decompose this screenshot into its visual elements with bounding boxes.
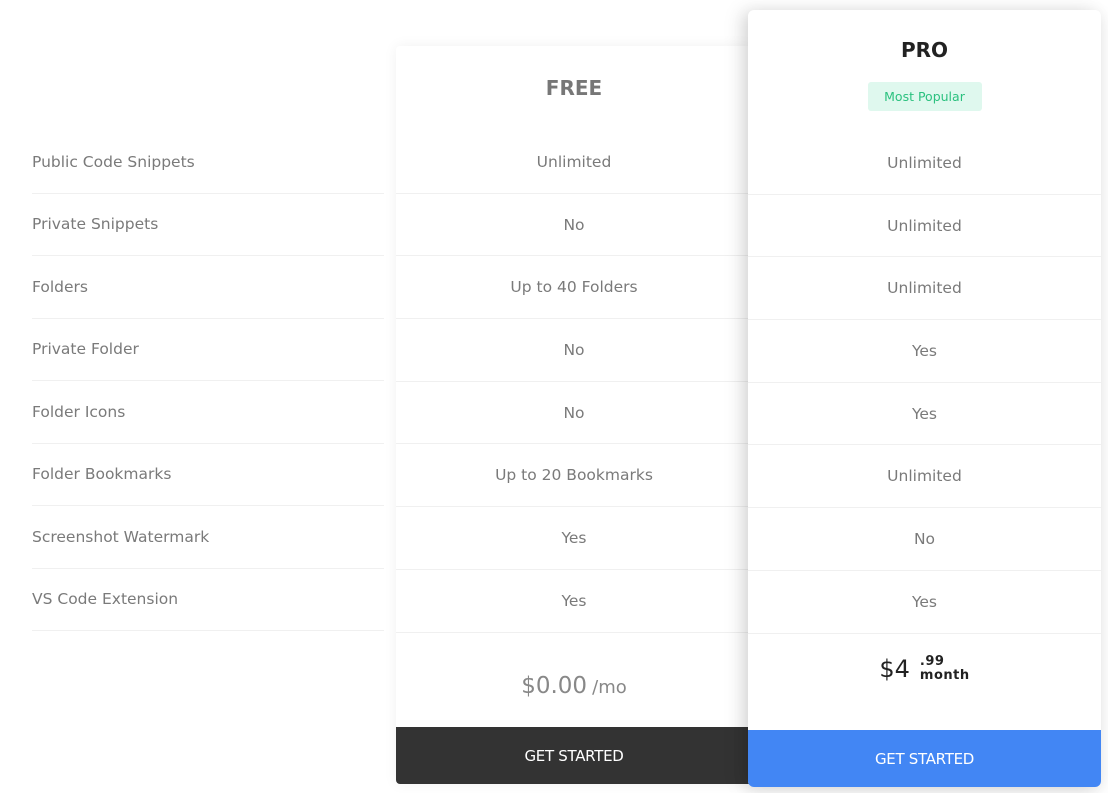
plan-value: Unlimited — [748, 257, 1101, 321]
feature-label: Private Snippets — [32, 194, 384, 256]
plan-value: No — [396, 382, 752, 445]
get-started-free-button[interactable]: GET STARTED — [396, 727, 752, 784]
plan-value: Up to 20 Bookmarks — [396, 444, 752, 508]
price-cents: .99 — [919, 654, 945, 669]
plan-title: FREE — [545, 76, 603, 100]
feature-label: Screenshot Watermark — [32, 506, 384, 569]
feature-label: Folder Icons — [32, 381, 384, 444]
plan-value: Yes — [396, 507, 752, 570]
price-dollars: $4 — [879, 655, 910, 683]
feature-list: Public Code Snippets Private Snippets Fo… — [32, 131, 384, 631]
free-plan-card: FREE Unlimited No Up to 40 Folders No No… — [396, 46, 752, 784]
plan-price: $4 .99 month — [748, 654, 1101, 684]
plan-value: Unlimited — [748, 132, 1101, 195]
plan-value: Unlimited — [396, 131, 752, 194]
feature-label: Folders — [32, 256, 384, 319]
feature-label: VS Code Extension — [32, 569, 384, 631]
plan-price: $0.00 /mo — [396, 673, 752, 699]
plan-title: PRO — [900, 38, 949, 62]
pro-plan-card: PRO Most Popular Unlimited Unlimited Unl… — [748, 10, 1101, 787]
plan-value: Yes — [748, 571, 1101, 634]
price-amount: $0.00 — [521, 673, 588, 699]
feature-label: Public Code Snippets — [32, 131, 384, 194]
get-started-pro-button[interactable]: GET STARTED — [748, 730, 1101, 787]
price-period: month — [919, 668, 970, 683]
feature-label: Private Folder — [32, 319, 384, 381]
plan-value: No — [396, 319, 752, 382]
plan-value: Unlimited — [748, 195, 1101, 258]
plan-value: Yes — [748, 383, 1101, 446]
plan-value: No — [748, 508, 1101, 571]
plan-value: Up to 40 Folders — [396, 256, 752, 320]
plan-value: Yes — [748, 320, 1101, 383]
feature-label: Folder Bookmarks — [32, 444, 384, 506]
price-period: /mo — [592, 677, 627, 698]
plan-value: Yes — [396, 570, 752, 633]
most-popular-badge: Most Popular — [867, 82, 982, 111]
plan-value: No — [396, 194, 752, 257]
plan-value: Unlimited — [748, 445, 1101, 509]
